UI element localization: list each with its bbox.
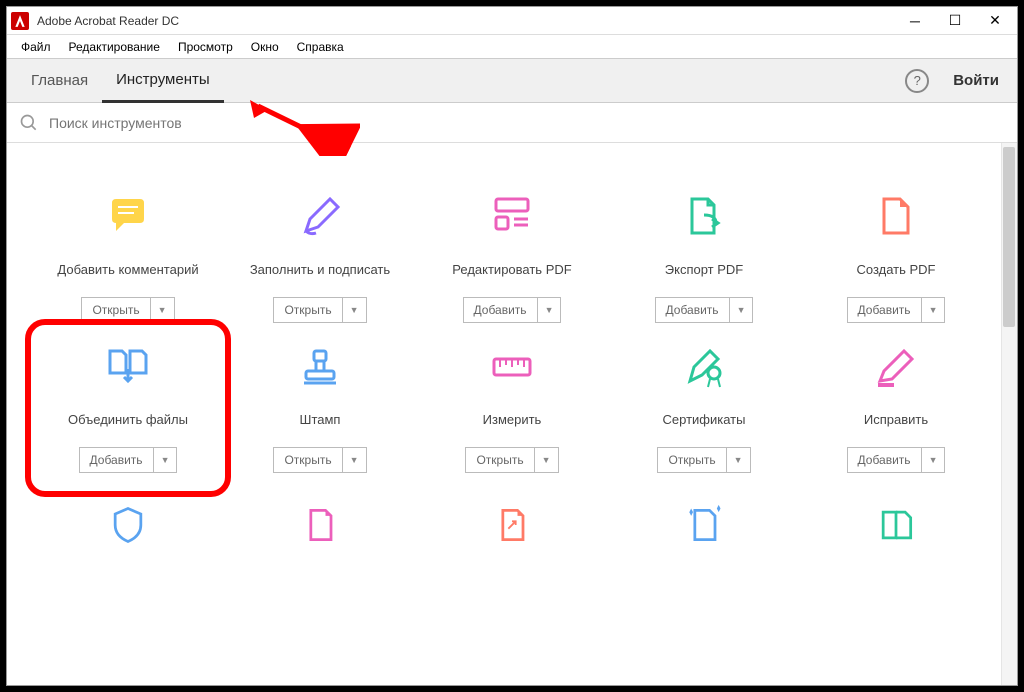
tool-create-pdf[interactable]: Создать PDF Добавить▼	[805, 193, 987, 323]
tools-content: ▲ Добавить комментарий Открыть▼ Заполнит…	[7, 143, 1017, 685]
tool-label: Штамп	[300, 403, 341, 437]
combine-files-icon	[104, 343, 152, 391]
search-input[interactable]	[49, 115, 1005, 131]
export-pdf-icon	[680, 193, 728, 241]
help-button[interactable]: ?	[905, 69, 929, 93]
close-button[interactable]: ✕	[977, 7, 1013, 35]
search-icon	[19, 113, 39, 133]
app-icon	[11, 12, 29, 30]
tool-label: Сертификаты	[663, 403, 746, 437]
pen-icon	[296, 193, 344, 241]
app-window: Adobe Acrobat Reader DC ─ ☐ ✕ Файл Редак…	[6, 6, 1018, 686]
minimize-button[interactable]: ─	[897, 7, 933, 35]
tool-action-button[interactable]: Добавить▼	[79, 447, 178, 473]
stamp-icon	[296, 343, 344, 391]
tool-peek-enhance[interactable]	[613, 503, 795, 543]
certificate-icon	[680, 343, 728, 391]
menu-window[interactable]: Окно	[243, 38, 287, 56]
tool-peek-organize[interactable]	[421, 503, 603, 543]
tool-action-button[interactable]: Добавить▼	[463, 297, 562, 323]
tool-label: Исправить	[864, 403, 928, 437]
create-pdf-icon	[872, 193, 920, 241]
tab-home[interactable]: Главная	[17, 59, 102, 103]
tool-peek-protect[interactable]	[37, 503, 219, 543]
menu-help[interactable]: Справка	[289, 38, 352, 56]
scrollbar[interactable]: ▲	[1001, 143, 1017, 685]
tool-action-button[interactable]: Открыть▼	[657, 447, 750, 473]
window-title: Adobe Acrobat Reader DC	[37, 14, 897, 28]
tool-stamp[interactable]: Штамп Открыть▼	[229, 343, 411, 473]
menubar: Файл Редактирование Просмотр Окно Справк…	[7, 35, 1017, 59]
tool-action-button[interactable]: Открыть▼	[273, 297, 366, 323]
titlebar: Adobe Acrobat Reader DC ─ ☐ ✕	[7, 7, 1017, 35]
menu-edit[interactable]: Редактирование	[61, 38, 168, 56]
tool-measure[interactable]: Измерить Открыть▼	[421, 343, 603, 473]
scroll-thumb[interactable]	[1003, 147, 1015, 327]
tool-action-button[interactable]: Открыть▼	[465, 447, 558, 473]
tool-redact[interactable]: Исправить Добавить▼	[805, 343, 987, 473]
maximize-button[interactable]: ☐	[937, 7, 973, 35]
tool-action-button[interactable]: Добавить▼	[655, 297, 754, 323]
menu-file[interactable]: Файл	[13, 38, 59, 56]
tool-peek-optimize[interactable]	[229, 503, 411, 543]
tool-label: Экспорт PDF	[665, 253, 743, 287]
login-button[interactable]: Войти	[945, 72, 1007, 89]
searchbar	[7, 103, 1017, 143]
marker-icon	[872, 343, 920, 391]
ruler-icon	[488, 343, 536, 391]
tool-label: Создать PDF	[856, 253, 935, 287]
tab-tools[interactable]: Инструменты	[102, 59, 224, 103]
tool-edit-pdf[interactable]: Редактировать PDF Добавить▼	[421, 193, 603, 323]
menu-view[interactable]: Просмотр	[170, 38, 241, 56]
comment-icon	[104, 193, 152, 241]
tool-action-button[interactable]: Открыть▼	[273, 447, 366, 473]
tool-label: Добавить комментарий	[57, 253, 198, 287]
tool-label: Объединить файлы	[68, 403, 188, 437]
edit-pdf-icon	[488, 193, 536, 241]
tool-certificates[interactable]: Сертификаты Открыть▼	[613, 343, 795, 473]
tool-export-pdf[interactable]: Экспорт PDF Добавить▼	[613, 193, 795, 323]
tool-action-button[interactable]: Добавить▼	[847, 447, 946, 473]
tool-comment[interactable]: Добавить комментарий Открыть▼	[37, 193, 219, 323]
tool-label: Измерить	[483, 403, 542, 437]
tool-combine-files[interactable]: Объединить файлы Добавить▼	[25, 319, 231, 497]
tool-fill-sign[interactable]: Заполнить и подписать Открыть▼	[229, 193, 411, 323]
tabbar: Главная Инструменты ? Войти	[7, 59, 1017, 103]
tool-peek-compare[interactable]	[805, 503, 987, 543]
tool-action-button[interactable]: Добавить▼	[847, 297, 946, 323]
tool-label: Редактировать PDF	[452, 253, 571, 287]
tool-label: Заполнить и подписать	[250, 253, 390, 287]
